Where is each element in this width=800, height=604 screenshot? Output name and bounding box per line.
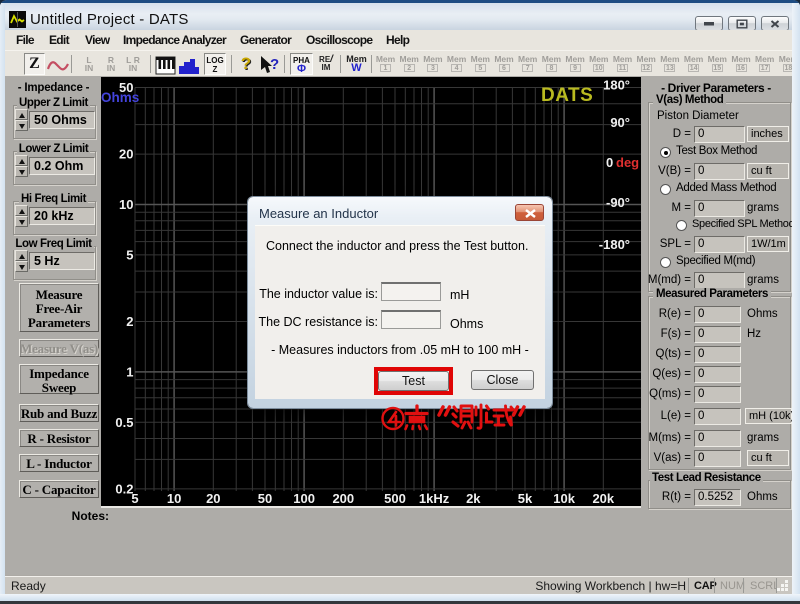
- svg-text:180°: 180°: [603, 78, 630, 93]
- svg-text:10: 10: [119, 197, 133, 212]
- svg-text:200: 200: [332, 491, 354, 506]
- svg-text:5: 5: [131, 491, 138, 506]
- svg-text:2: 2: [126, 314, 133, 329]
- svg-text:20: 20: [206, 491, 220, 506]
- svg-text:?: ?: [270, 56, 279, 73]
- svg-text:500: 500: [384, 491, 406, 506]
- svg-text:2k: 2k: [466, 491, 481, 506]
- svg-text:5: 5: [126, 247, 133, 262]
- svg-text:1: 1: [126, 364, 133, 379]
- svg-text:100: 100: [293, 491, 315, 506]
- svg-text:0.5: 0.5: [115, 415, 133, 430]
- svg-text:DATS: DATS: [541, 85, 593, 106]
- svg-text:10k: 10k: [553, 491, 575, 506]
- svg-text:5k: 5k: [518, 491, 533, 506]
- svg-text:20: 20: [119, 147, 133, 162]
- svg-text:50: 50: [258, 491, 272, 506]
- svg-text:Ohms: Ohms: [101, 90, 139, 105]
- svg-text:10: 10: [167, 491, 181, 506]
- svg-text:1kHz: 1kHz: [419, 491, 450, 506]
